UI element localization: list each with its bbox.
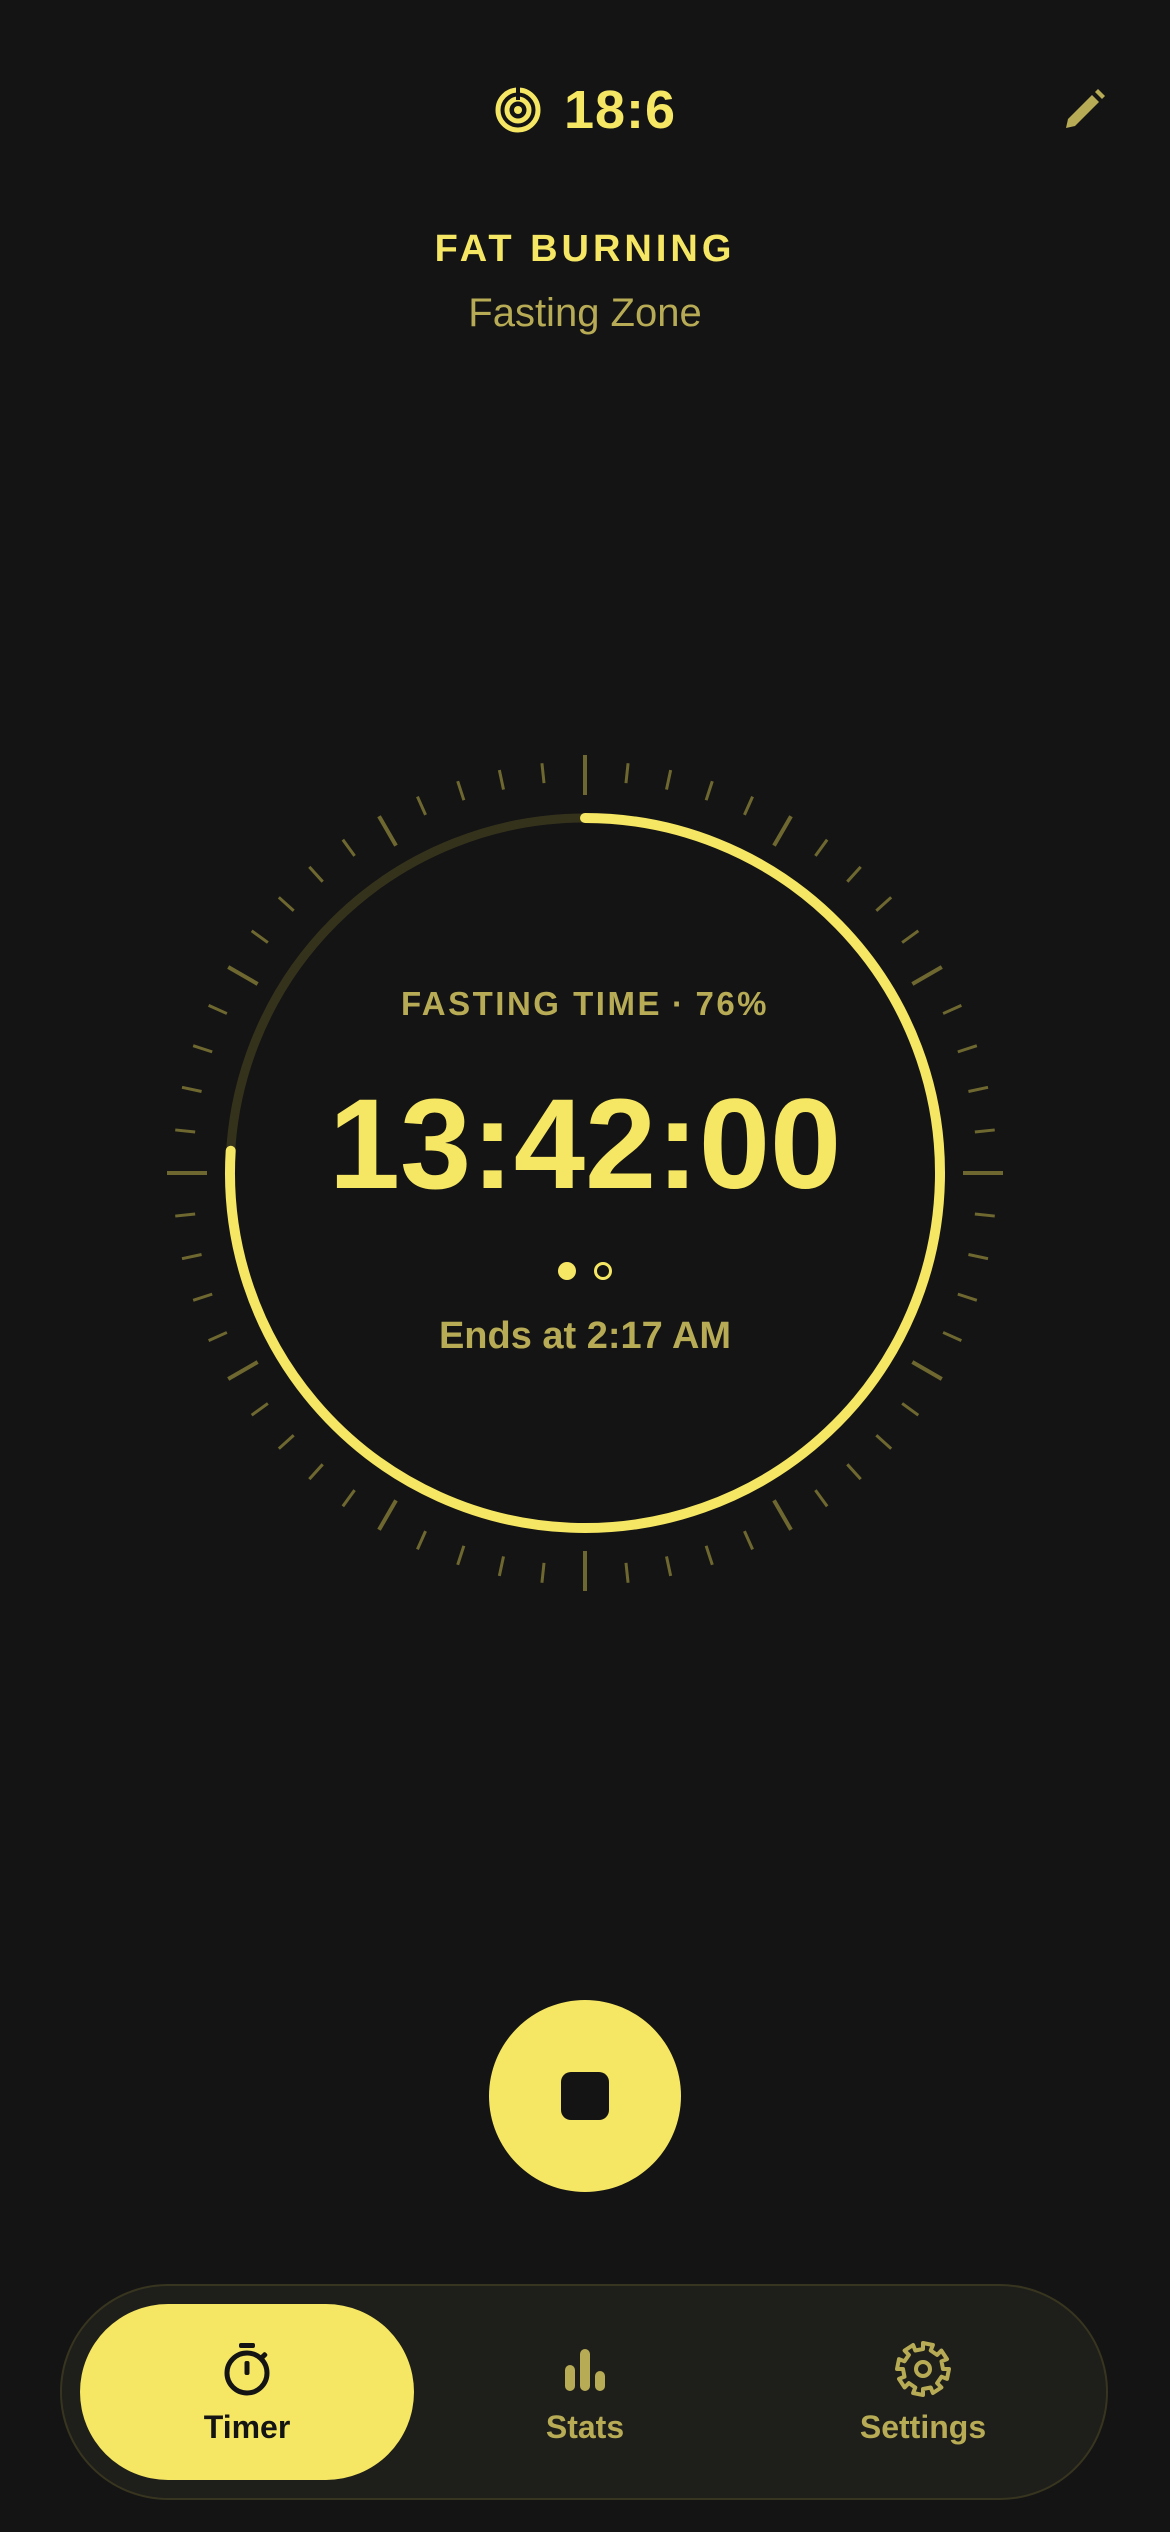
dial-tick (624, 1562, 630, 1583)
ends-at-text: Ends at 2:17 AM (438, 1315, 732, 1357)
dial-tick (308, 1463, 324, 1481)
nav-label-timer: Timer (203, 2408, 291, 2445)
dial-tick (181, 1253, 202, 1261)
dial-tick (814, 1489, 829, 1508)
stop-fast-button[interactable] (489, 2000, 681, 2192)
dial-tick (497, 769, 505, 790)
dial-tick (846, 1463, 862, 1481)
dial-tick (957, 1292, 978, 1302)
dial-tick (743, 796, 754, 816)
dial-tick (957, 1044, 978, 1054)
nav-item-settings[interactable]: Settings (756, 2304, 1090, 2480)
dial-tick (665, 769, 673, 790)
dial-tick (540, 763, 546, 784)
dial-tick (377, 815, 398, 847)
dial-tick (901, 1402, 920, 1417)
dial-tick (456, 1545, 466, 1566)
bar-chart-icon (565, 2348, 605, 2391)
dial-tick (704, 780, 714, 801)
dial-tick (704, 1545, 714, 1566)
elapsed-timer: 13:42:00 (328, 1073, 842, 1216)
dial-tick (911, 1360, 943, 1381)
dial-tick (250, 1402, 269, 1417)
page-indicator[interactable] (0, 1262, 1170, 1280)
dial-tick (250, 929, 269, 944)
dial-tick (456, 780, 466, 801)
dial-tick (901, 929, 920, 944)
dial-tick (277, 1434, 295, 1450)
dial-tick (308, 865, 324, 883)
dial-tick (227, 965, 259, 986)
label-separator: · (671, 985, 686, 1022)
stopwatch-icon (224, 2342, 270, 2395)
dial-tick (497, 1556, 505, 1577)
nav-item-stats[interactable]: Stats (418, 2304, 752, 2480)
dial-tick (624, 763, 630, 784)
dial-tick (227, 1360, 259, 1381)
page-dot-2[interactable] (594, 1262, 612, 1280)
dial-tick (814, 838, 829, 857)
dial-tick (192, 1292, 213, 1302)
dial-tick (911, 965, 943, 986)
bottom-navigation: Timer Stats Settings (60, 2284, 1108, 2500)
dial-tick (341, 838, 356, 857)
nav-label-stats: Stats (545, 2408, 625, 2445)
dial-tick (377, 1499, 398, 1531)
stop-icon (561, 2072, 609, 2120)
dial-tick (277, 896, 295, 912)
dial-tick (772, 1499, 793, 1531)
fasting-time-text: FASTING TIME (400, 985, 662, 1022)
dial-tick (540, 1562, 546, 1583)
dial-tick (743, 1530, 754, 1550)
dial-tick (968, 1253, 989, 1261)
dial-tick (192, 1044, 213, 1054)
gear-icon (895, 2340, 951, 2397)
dial-tick (772, 815, 793, 847)
dial-tick (665, 1556, 673, 1577)
nav-label-settings: Settings (859, 2408, 987, 2445)
dial-tick (875, 1434, 893, 1450)
dial-tick (341, 1489, 356, 1508)
progress-percent: 76% (695, 985, 770, 1022)
dial-tick (875, 896, 893, 912)
dial-tick (846, 865, 862, 883)
dial-tick (416, 1530, 427, 1550)
fasting-time-label: FASTING TIME · 76% (0, 985, 1170, 1023)
dial-tick (416, 796, 427, 816)
page-dot-1[interactable] (558, 1262, 576, 1280)
nav-item-timer[interactable]: Timer (80, 2304, 414, 2480)
